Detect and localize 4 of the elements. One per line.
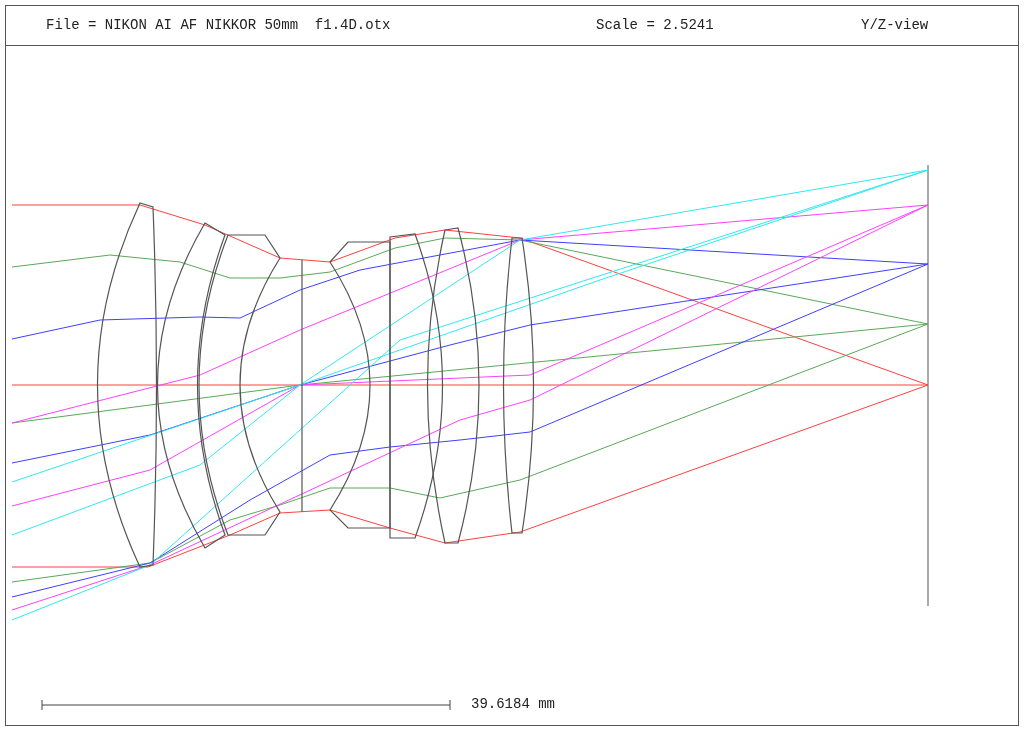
- scale-value: Scale = 2.5241: [596, 16, 715, 35]
- scale-bar-label: 39.6184 mm: [471, 695, 555, 714]
- file-name: File = NIKON AI AF NIKKOR 50mm f1.4D.otx: [46, 16, 392, 35]
- view-label: Y/Z-view: [861, 16, 929, 35]
